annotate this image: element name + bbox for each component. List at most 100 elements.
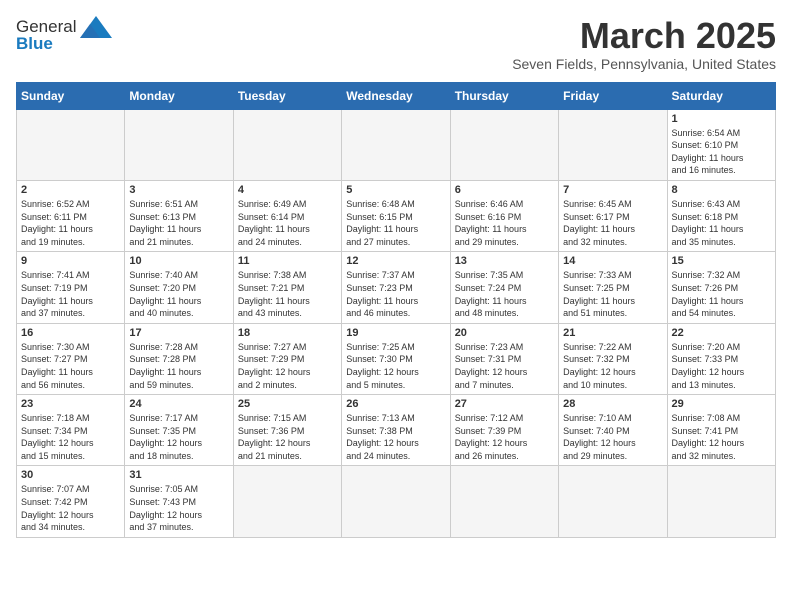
calendar-cell: 30 Sunrise: 7:07 AM Sunset: 7:42 PM Dayli… [17,466,125,537]
day-number: 24 [129,398,228,410]
day-number: 16 [21,327,120,339]
day-number: 5 [346,184,445,196]
day-of-week-header: Thursday [450,82,558,109]
day-number: 14 [563,255,662,267]
day-info: Sunrise: 7:33 AM Sunset: 7:25 PM Dayligh… [563,269,662,319]
day-info: Sunrise: 7:07 AM Sunset: 7:42 PM Dayligh… [21,483,120,533]
day-number: 13 [455,255,554,267]
calendar-cell: 8 Sunrise: 6:43 AM Sunset: 6:18 PM Daylig… [667,180,775,251]
calendar-cell: 2Sunrise: 6:52 AM Sunset: 6:11 PM Daylig… [17,180,125,251]
month-title: March 2025 [512,16,776,56]
calendar-cell [342,109,450,180]
day-number: 21 [563,327,662,339]
calendar-cell: 12 Sunrise: 7:37 AM Sunset: 7:23 PM Dayli… [342,252,450,323]
day-info: Sunrise: 7:18 AM Sunset: 7:34 PM Dayligh… [21,412,120,462]
calendar-cell: 18 Sunrise: 7:27 AM Sunset: 7:29 PM Dayli… [233,323,341,394]
calendar-cell: 28 Sunrise: 7:10 AM Sunset: 7:40 PM Dayli… [559,395,667,466]
calendar-cell: 1 Sunrise: 6:54 AM Sunset: 6:10 PM Daylig… [667,109,775,180]
day-of-week-header: Friday [559,82,667,109]
day-number: 30 [21,469,120,481]
day-number: 18 [238,327,337,339]
day-info: Sunrise: 7:23 AM Sunset: 7:31 PM Dayligh… [455,341,554,391]
day-number: 2 [21,184,120,196]
calendar-cell [233,109,341,180]
day-number: 28 [563,398,662,410]
calendar-cell: 3 Sunrise: 6:51 AM Sunset: 6:13 PM Daylig… [125,180,233,251]
day-info: Sunrise: 7:27 AM Sunset: 7:29 PM Dayligh… [238,341,337,391]
day-info: Sunrise: 7:37 AM Sunset: 7:23 PM Dayligh… [346,269,445,319]
day-of-week-header: Wednesday [342,82,450,109]
day-info: Sunrise: 7:41 AM Sunset: 7:19 PM Dayligh… [21,269,120,319]
calendar-week-row: 2Sunrise: 6:52 AM Sunset: 6:11 PM Daylig… [17,180,776,251]
calendar-cell: 10 Sunrise: 7:40 AM Sunset: 7:20 PM Dayli… [125,252,233,323]
calendar-week-row: 23 Sunrise: 7:18 AM Sunset: 7:34 PM Dayli… [17,395,776,466]
day-number: 8 [672,184,771,196]
calendar-cell [342,466,450,537]
calendar-cell: 9 Sunrise: 7:41 AM Sunset: 7:19 PM Daylig… [17,252,125,323]
day-of-week-header: Monday [125,82,233,109]
day-number: 11 [238,255,337,267]
day-number: 1 [672,113,771,125]
calendar-week-row: 30 Sunrise: 7:07 AM Sunset: 7:42 PM Dayli… [17,466,776,537]
location-title: Seven Fields, Pennsylvania, United State… [512,56,776,72]
calendar-cell: 5 Sunrise: 6:48 AM Sunset: 6:15 PM Daylig… [342,180,450,251]
calendar-cell: 20 Sunrise: 7:23 AM Sunset: 7:31 PM Dayli… [450,323,558,394]
day-info: Sunrise: 6:49 AM Sunset: 6:14 PM Dayligh… [238,198,337,248]
calendar-cell: 23 Sunrise: 7:18 AM Sunset: 7:34 PM Dayli… [17,395,125,466]
calendar-cell: 7Sunrise: 6:45 AM Sunset: 6:17 PM Daylig… [559,180,667,251]
calendar-cell: 6 Sunrise: 6:46 AM Sunset: 6:16 PM Daylig… [450,180,558,251]
calendar-cell: 11 Sunrise: 7:38 AM Sunset: 7:21 PM Dayli… [233,252,341,323]
day-number: 27 [455,398,554,410]
day-info: Sunrise: 7:40 AM Sunset: 7:20 PM Dayligh… [129,269,228,319]
day-number: 6 [455,184,554,196]
calendar-week-row: 1 Sunrise: 6:54 AM Sunset: 6:10 PM Daylig… [17,109,776,180]
day-number: 17 [129,327,228,339]
calendar-week-row: 16Sunrise: 7:30 AM Sunset: 7:27 PM Dayli… [17,323,776,394]
day-number: 15 [672,255,771,267]
calendar-cell: 26Sunrise: 7:13 AM Sunset: 7:38 PM Dayli… [342,395,450,466]
day-info: Sunrise: 7:38 AM Sunset: 7:21 PM Dayligh… [238,269,337,319]
day-info: Sunrise: 6:46 AM Sunset: 6:16 PM Dayligh… [455,198,554,248]
day-info: Sunrise: 6:48 AM Sunset: 6:15 PM Dayligh… [346,198,445,248]
calendar-cell [17,109,125,180]
day-info: Sunrise: 6:45 AM Sunset: 6:17 PM Dayligh… [563,198,662,248]
day-number: 31 [129,469,228,481]
calendar-cell: 27Sunrise: 7:12 AM Sunset: 7:39 PM Dayli… [450,395,558,466]
day-info: Sunrise: 6:54 AM Sunset: 6:10 PM Dayligh… [672,127,771,177]
day-info: Sunrise: 7:08 AM Sunset: 7:41 PM Dayligh… [672,412,771,462]
day-number: 9 [21,255,120,267]
day-number: 23 [21,398,120,410]
calendar: SundayMondayTuesdayWednesdayThursdayFrid… [16,82,776,538]
day-number: 20 [455,327,554,339]
calendar-cell [559,466,667,537]
calendar-cell: 13Sunrise: 7:35 AM Sunset: 7:24 PM Dayli… [450,252,558,323]
calendar-cell: 21 Sunrise: 7:22 AM Sunset: 7:32 PM Dayli… [559,323,667,394]
calendar-cell [125,109,233,180]
day-info: Sunrise: 7:15 AM Sunset: 7:36 PM Dayligh… [238,412,337,462]
calendar-cell [450,466,558,537]
calendar-cell [667,466,775,537]
day-number: 10 [129,255,228,267]
calendar-cell: 17Sunrise: 7:28 AM Sunset: 7:28 PM Dayli… [125,323,233,394]
calendar-cell: 24Sunrise: 7:17 AM Sunset: 7:35 PM Dayli… [125,395,233,466]
calendar-cell: 19Sunrise: 7:25 AM Sunset: 7:30 PM Dayli… [342,323,450,394]
calendar-cell [233,466,341,537]
day-number: 26 [346,398,445,410]
day-info: Sunrise: 7:22 AM Sunset: 7:32 PM Dayligh… [563,341,662,391]
day-info: Sunrise: 6:43 AM Sunset: 6:18 PM Dayligh… [672,198,771,248]
header: General Blue March 2025 Seven Fields, Pe… [16,16,776,72]
day-number: 22 [672,327,771,339]
calendar-cell: 14 Sunrise: 7:33 AM Sunset: 7:25 PM Dayli… [559,252,667,323]
day-info: Sunrise: 6:51 AM Sunset: 6:13 PM Dayligh… [129,198,228,248]
calendar-cell: 4 Sunrise: 6:49 AM Sunset: 6:14 PM Daylig… [233,180,341,251]
day-number: 4 [238,184,337,196]
calendar-cell: 16Sunrise: 7:30 AM Sunset: 7:27 PM Dayli… [17,323,125,394]
calendar-cell [559,109,667,180]
logo-icon [80,16,112,38]
day-info: Sunrise: 7:05 AM Sunset: 7:43 PM Dayligh… [129,483,228,533]
day-info: Sunrise: 7:10 AM Sunset: 7:40 PM Dayligh… [563,412,662,462]
day-number: 12 [346,255,445,267]
logo-blue-text: Blue [16,34,53,54]
day-number: 3 [129,184,228,196]
calendar-cell: 29Sunrise: 7:08 AM Sunset: 7:41 PM Dayli… [667,395,775,466]
